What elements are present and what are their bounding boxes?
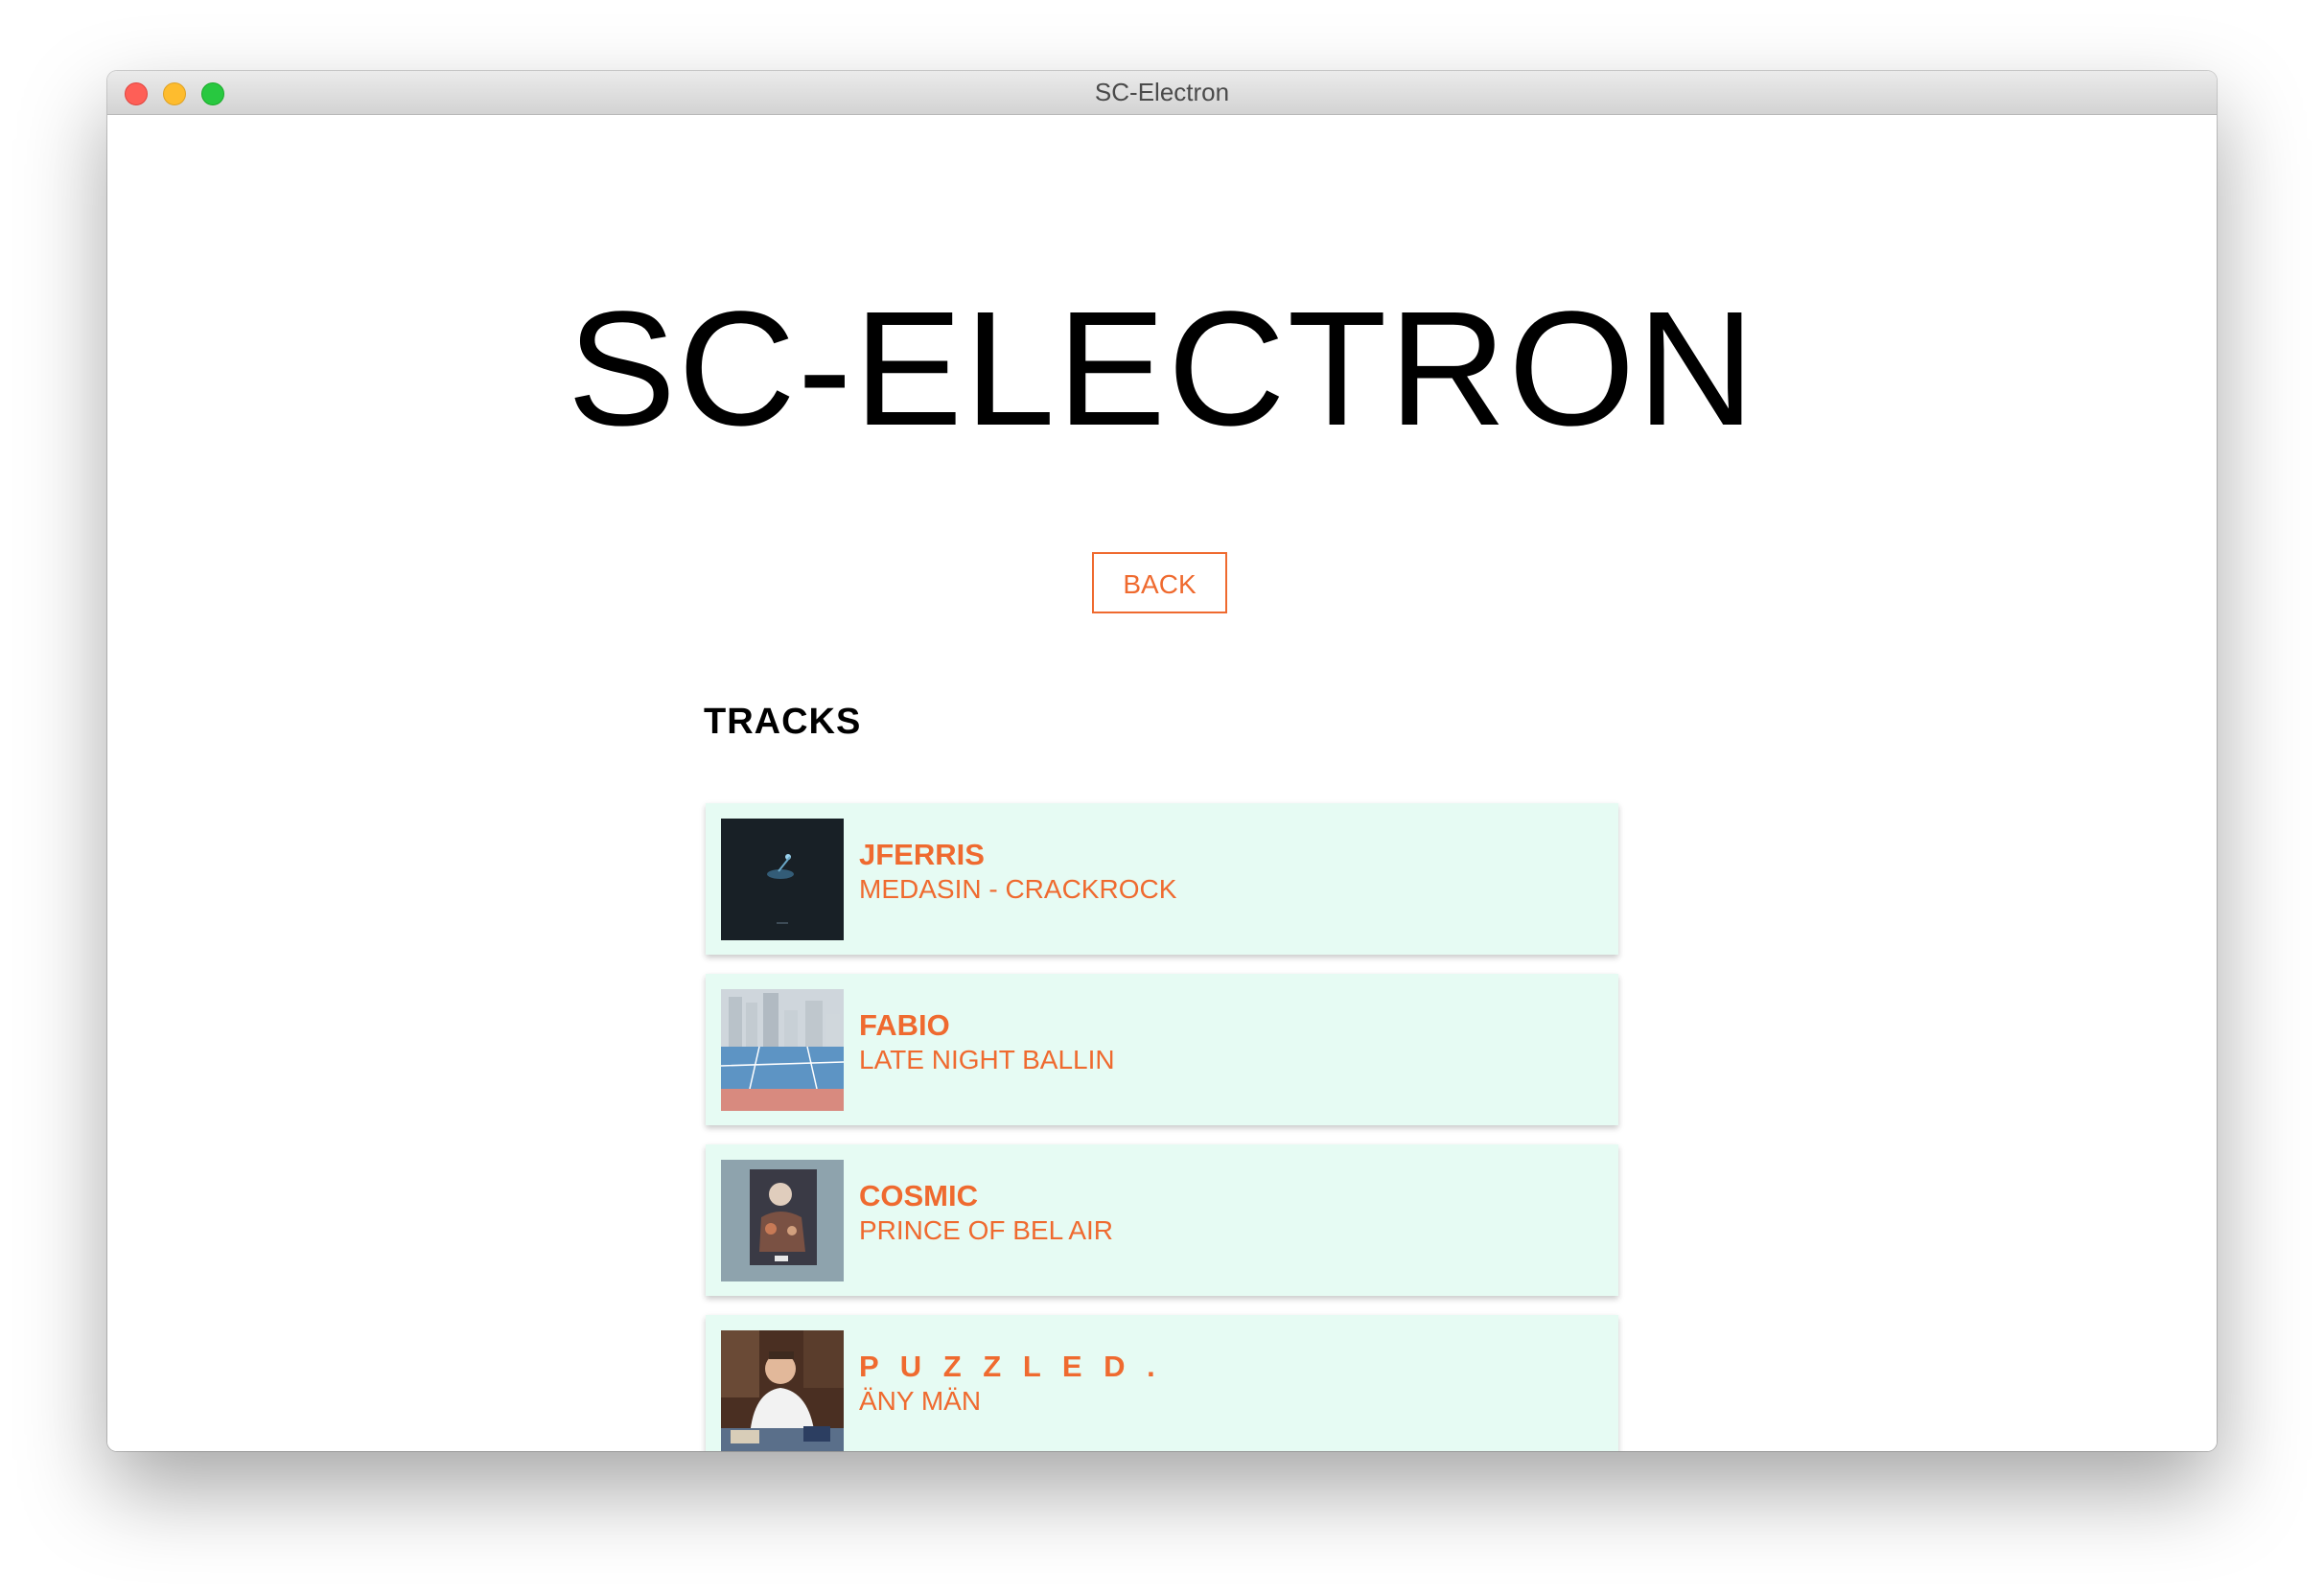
app-window: SC-Electron SC-ELECTRON BACK TRACKS JFER… bbox=[107, 71, 2217, 1451]
track-list: JFERRIS MEDASIN - CRACKROCK FABIO LATE N… bbox=[706, 803, 1618, 1451]
title-bar[interactable]: SC-Electron bbox=[107, 71, 2217, 115]
track-card[interactable]: P U Z Z L E D . ÄNY MÄN bbox=[706, 1315, 1618, 1451]
track-artist: P U Z Z L E D . bbox=[859, 1350, 1162, 1383]
tracks-heading: TRACKS bbox=[704, 702, 862, 742]
track-title: MEDASIN - CRACKROCK bbox=[859, 874, 1177, 904]
window-title: SC-Electron bbox=[1094, 78, 1230, 106]
track-card[interactable]: COSMIC PRINCE OF BEL AIR bbox=[706, 1144, 1618, 1296]
track-title: ÄNY MÄN bbox=[859, 1386, 982, 1416]
track-title: PRINCE OF BEL AIR bbox=[859, 1215, 1114, 1245]
person-photo-artwork bbox=[721, 1330, 844, 1451]
track-card[interactable]: FABIO LATE NIGHT BALLIN bbox=[706, 974, 1618, 1125]
dark-blue-artwork bbox=[721, 819, 844, 940]
app-title: SC-ELECTRON bbox=[567, 278, 1757, 460]
track-artist: JFERRIS bbox=[859, 838, 985, 871]
app-content: SC-ELECTRON BACK TRACKS JFERRIS MEDASIN … bbox=[107, 115, 2217, 1451]
track-artist: COSMIC bbox=[859, 1179, 978, 1212]
track-title: LATE NIGHT BALLIN bbox=[859, 1045, 1115, 1074]
track-card[interactable]: JFERRIS MEDASIN - CRACKROCK bbox=[706, 803, 1618, 955]
portrait-poster-artwork bbox=[721, 1160, 844, 1281]
back-button[interactable]: BACK bbox=[1092, 552, 1227, 613]
basketball-court-artwork bbox=[721, 989, 844, 1111]
track-artist: FABIO bbox=[859, 1008, 950, 1042]
